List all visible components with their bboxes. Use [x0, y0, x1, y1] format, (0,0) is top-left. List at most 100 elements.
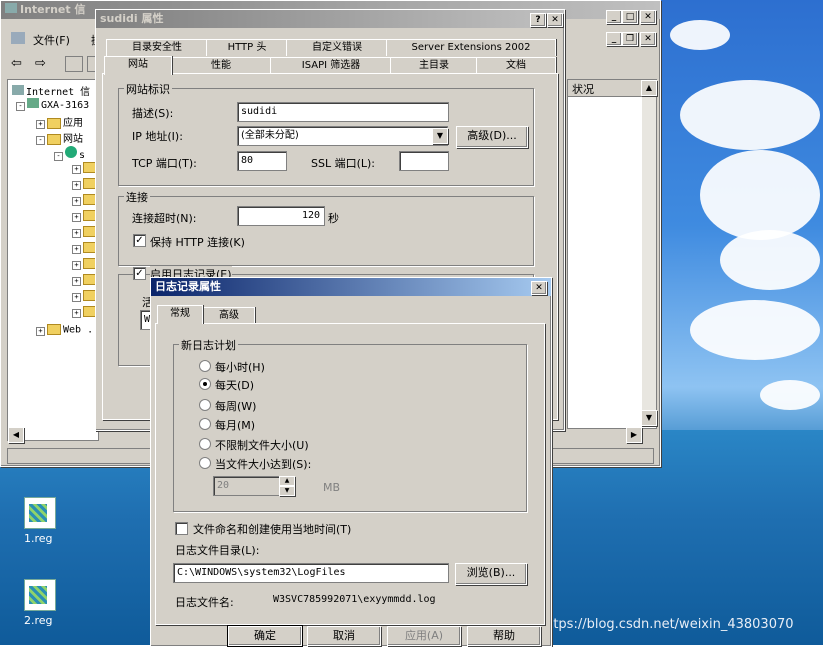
- tree-root[interactable]: Internet 信: [12, 83, 90, 98]
- back-arrow-icon[interactable]: ⇦: [11, 56, 22, 71]
- mdi-close-button[interactable]: ✕: [640, 32, 656, 46]
- menu-file[interactable]: 文件(F): [33, 32, 70, 48]
- log-title: 日志记录属性: [155, 280, 221, 293]
- radio-unlimited-size[interactable]: [199, 438, 211, 450]
- log-filename-label: 日志文件名:: [175, 596, 234, 609]
- log-dir-input[interactable]: C:\WINDOWS\system32\LogFiles: [173, 563, 449, 583]
- tab-home-directory[interactable]: 主目录: [390, 57, 478, 74]
- tab-http-headers[interactable]: HTTP 头: [206, 39, 288, 56]
- tab-isapi-filters[interactable]: ISAPI 筛选器: [270, 57, 392, 74]
- apply-button[interactable]: 应用(A): [387, 626, 461, 646]
- tab-directory-security[interactable]: 目录安全性: [106, 39, 208, 56]
- ok-button[interactable]: 确定: [227, 625, 303, 647]
- mmc-title: Internet 信: [20, 3, 86, 16]
- desktop-icon-label-2[interactable]: 2.reg: [24, 614, 53, 627]
- tab-custom-errors[interactable]: 自定义错误: [286, 39, 388, 56]
- scroll-left-icon[interactable]: ◀: [8, 427, 24, 443]
- tab-advanced[interactable]: 高级: [203, 307, 255, 324]
- enable-logging-checkbox[interactable]: ✓: [133, 267, 146, 280]
- mdi-minimize-button[interactable]: _: [606, 32, 622, 46]
- ip-address-label: IP 地址(I):: [132, 130, 183, 143]
- props-title-bar: sudidi 属性: [96, 10, 564, 28]
- radio-daily[interactable]: [199, 378, 211, 390]
- monthly-label: 每月(M): [215, 419, 256, 432]
- timeout-input[interactable]: 120: [237, 206, 325, 226]
- scroll-up-icon[interactable]: ▲: [641, 80, 657, 96]
- size-unit: MB: [323, 481, 341, 494]
- log-filename-value: W3SVC785992071\exyymmdd.log: [273, 594, 436, 605]
- console-icon: [11, 32, 25, 44]
- tab-website[interactable]: 网站: [104, 56, 172, 75]
- tree-server[interactable]: - GXA-3163: [16, 98, 89, 111]
- tcp-port-label: TCP 端口(T):: [132, 157, 197, 170]
- column-status[interactable]: 状况: [572, 81, 594, 97]
- globe-icon: [65, 146, 77, 158]
- tab-performance[interactable]: 性能: [170, 57, 272, 74]
- tree-site[interactable]: -s: [54, 146, 85, 161]
- help-button[interactable]: 帮助: [467, 626, 541, 646]
- up-folder-icon[interactable]: [65, 56, 83, 72]
- browse-button[interactable]: 浏览(B)...: [455, 563, 527, 585]
- server-icon: [27, 98, 39, 108]
- log-dir-label: 日志文件目录(L):: [175, 544, 260, 557]
- unlimited-size-label: 不限制文件大小(U): [215, 439, 309, 452]
- maximize-button[interactable]: □: [622, 10, 638, 24]
- list-pane: 状况 ▲ ▼: [567, 79, 657, 429]
- logging-properties-dialog: 日志记录属性 ✕ 常规 高级 新日志计划 每小时(H) 每天(D) 每周(W) …: [150, 277, 552, 647]
- desktop-icon-label-1[interactable]: 1.reg: [24, 532, 53, 545]
- weekly-label: 每周(W): [215, 400, 257, 413]
- folder-icon: [47, 117, 61, 129]
- vertical-scrollbar[interactable]: [642, 80, 656, 426]
- props-title: sudidi 属性: [100, 12, 164, 25]
- tree-app-pool[interactable]: + 应用: [36, 114, 83, 129]
- reg-file-icon[interactable]: [24, 497, 56, 529]
- hourly-label: 每小时(H): [215, 361, 265, 374]
- forward-arrow-icon[interactable]: ⇨: [35, 56, 46, 71]
- spin-down-icon[interactable]: ▼: [279, 486, 295, 496]
- chevron-down-icon[interactable]: ▼: [432, 128, 448, 144]
- description-input[interactable]: sudidi: [237, 102, 449, 122]
- tree-web-ext[interactable]: + Web .: [36, 324, 93, 336]
- close-button[interactable]: ✕: [531, 281, 547, 295]
- radio-hourly[interactable]: [199, 360, 211, 372]
- ssl-port-input[interactable]: [399, 151, 449, 171]
- cancel-button[interactable]: 取消: [307, 626, 381, 646]
- mdi-restore-button[interactable]: ❐: [622, 32, 638, 46]
- advanced-button[interactable]: 高级(D)...: [456, 126, 528, 148]
- connection-group: [118, 196, 534, 266]
- connection-label: 连接: [124, 189, 150, 205]
- local-time-label: 文件命名和创建使用当地时间(T): [193, 523, 352, 536]
- tab-general[interactable]: 常规: [157, 305, 203, 324]
- app-icon: [5, 3, 17, 13]
- radio-weekly[interactable]: [199, 399, 211, 411]
- help-button[interactable]: ?: [530, 13, 546, 27]
- radio-size-limit[interactable]: [199, 457, 211, 469]
- column-header[interactable]: 状况: [568, 80, 642, 97]
- tree-pane: Internet 信 - GXA-3163 + 应用 - 网站 -s + + + + …: [7, 79, 99, 441]
- reg-file-icon[interactable]: [24, 579, 56, 611]
- tab-server-extensions[interactable]: Server Extensions 2002: [386, 39, 556, 56]
- folder-icon: [47, 324, 61, 335]
- log-title-bar: 日志记录属性: [151, 278, 551, 296]
- timeout-label: 连接超时(N):: [132, 212, 197, 225]
- scroll-right-icon[interactable]: ▶: [626, 427, 642, 443]
- iis-icon: [12, 85, 24, 95]
- minimize-button[interactable]: _: [606, 10, 622, 24]
- tree-websites[interactable]: - 网站: [36, 130, 83, 145]
- tab-documents[interactable]: 文档: [476, 57, 556, 74]
- ip-address-select[interactable]: (全部未分配): [237, 126, 448, 146]
- size-limit-label: 当文件大小达到(S):: [215, 458, 312, 471]
- folder-icon: [47, 133, 61, 145]
- schedule-label: 新日志计划: [179, 337, 238, 353]
- keepalive-checkbox[interactable]: ✓: [133, 234, 146, 247]
- description-label: 描述(S):: [132, 107, 174, 120]
- tcp-port-input[interactable]: 80: [237, 151, 287, 171]
- site-identification-label: 网站标识: [124, 81, 172, 97]
- close-button[interactable]: ✕: [547, 13, 563, 27]
- scroll-down-icon[interactable]: ▼: [641, 410, 657, 426]
- watermark-text: https://blog.csdn.net/weixin_43803070: [540, 617, 794, 632]
- local-time-checkbox[interactable]: [175, 522, 188, 535]
- spin-up-icon[interactable]: ▲: [279, 476, 295, 486]
- close-button[interactable]: ✕: [640, 10, 656, 24]
- radio-monthly[interactable]: [199, 418, 211, 430]
